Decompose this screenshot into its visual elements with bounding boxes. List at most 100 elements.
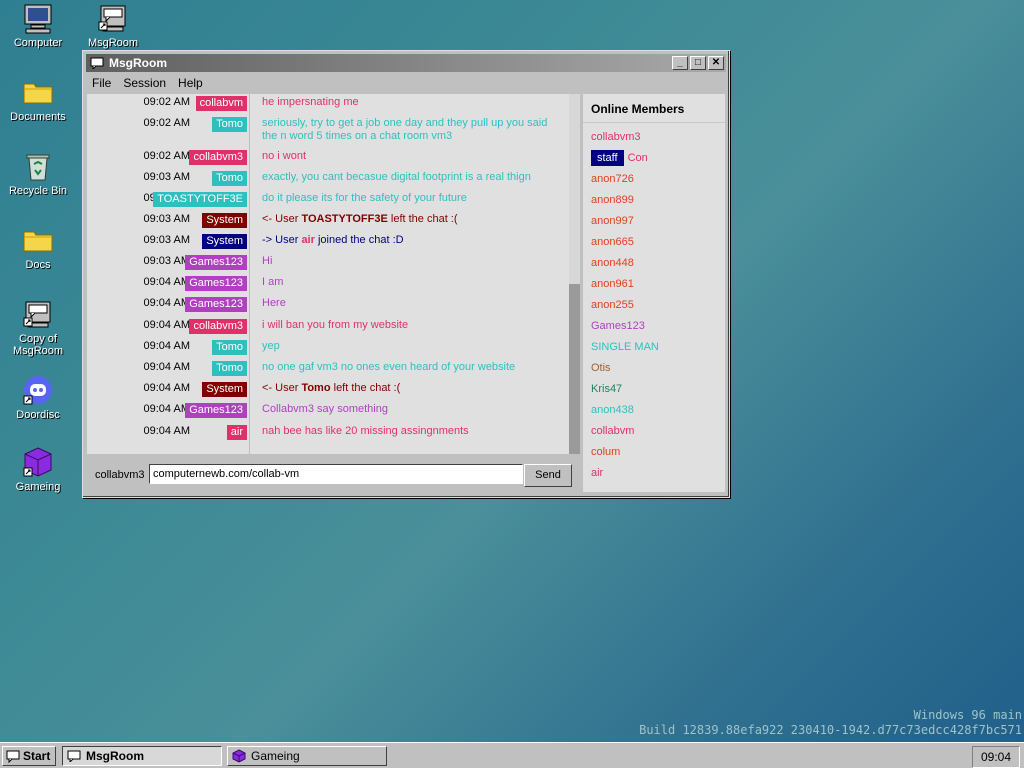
member-item[interactable]: anon255 xyxy=(591,299,634,311)
username-badge[interactable]: Games123 xyxy=(185,276,247,291)
desktop-icon-docs[interactable]: Docs xyxy=(0,224,76,271)
member-item[interactable]: staff Con xyxy=(591,150,648,166)
desktop-icon-gameing[interactable]: Gameing xyxy=(0,446,76,493)
member-item[interactable]: anon726 xyxy=(591,173,634,185)
message-text-user: air xyxy=(301,234,315,246)
member-item[interactable]: anon899 xyxy=(591,194,634,206)
message-time: 09:04 AM xyxy=(143,403,190,415)
username-badge[interactable]: TOASTYTOFF3E xyxy=(153,192,247,207)
username-badge[interactable]: System xyxy=(202,213,247,228)
desktop-icon-documents[interactable]: Documents xyxy=(0,76,76,123)
message-text-suffix: joined the chat :D xyxy=(314,234,404,246)
desktop: Computer MsgRoom Documents Recycle Bin Docs C… xyxy=(0,0,1024,742)
member-name: air xyxy=(591,467,604,479)
username-badge[interactable]: System xyxy=(202,382,247,397)
message-text: <- User Tomo left the chat :( xyxy=(262,382,562,395)
username-badge[interactable]: collabvm3 xyxy=(189,319,247,334)
member-item[interactable]: collabvm xyxy=(591,425,634,437)
recycle-bin-icon xyxy=(22,150,54,182)
menu-help[interactable]: Help xyxy=(172,76,209,90)
start-label: Start xyxy=(23,749,51,763)
member-item[interactable]: colum xyxy=(591,446,620,458)
member-name: anon997 xyxy=(591,215,634,227)
desktop-icon-computer[interactable]: Computer xyxy=(0,2,76,49)
start-button[interactable]: Start xyxy=(2,746,56,766)
member-name: Games123 xyxy=(591,320,645,332)
taskbar-item-gameing[interactable]: Gameing xyxy=(227,746,387,766)
taskbar-item-msgroom[interactable]: MsgRoom xyxy=(62,746,222,766)
chat-log[interactable]: 09:02 AM collabvm he impersnating me 09:02 … xyxy=(87,94,580,454)
doordisc-icon xyxy=(22,374,54,406)
message-time: 09:04 AM xyxy=(143,425,190,437)
username-badge[interactable]: Tomo xyxy=(212,361,247,376)
message-text: nah bee has like 20 missing assingnments xyxy=(262,425,469,437)
cube-icon xyxy=(232,749,246,763)
desktop-icon-copy-of-msgroom[interactable]: Copy of MsgRoom xyxy=(0,298,76,357)
chat-bubble-icon xyxy=(67,750,81,762)
msgroom-window: MsgRoom _ □ ✕ File Session Help 09:02 AM… xyxy=(82,50,730,498)
title-bar[interactable]: MsgRoom _ □ ✕ xyxy=(86,54,726,72)
desktop-icon-msgroom[interactable]: MsgRoom xyxy=(75,2,151,49)
username-badge[interactable]: Tomo xyxy=(212,117,247,132)
member-item[interactable]: anon448 xyxy=(591,257,634,269)
username-badge[interactable]: collabvm xyxy=(195,96,247,111)
member-name: anon899 xyxy=(591,194,634,206)
member-item[interactable]: collabvm3 xyxy=(591,131,641,143)
desktop-icon-doordisc[interactable]: Doordisc xyxy=(0,374,76,421)
taskbar-item-label: MsgRoom xyxy=(86,749,144,763)
member-item[interactable]: Otis xyxy=(591,362,611,374)
scrollbar-thumb[interactable] xyxy=(569,284,580,454)
username-badge[interactable]: System xyxy=(202,234,247,249)
close-button[interactable]: ✕ xyxy=(708,56,724,70)
window-title: MsgRoom xyxy=(109,56,167,70)
desktop-icon-label: Docs xyxy=(25,259,51,271)
member-item[interactable]: Kris47 xyxy=(591,383,622,395)
message-time: 09:02 AM xyxy=(143,96,190,108)
cube-icon xyxy=(22,446,54,478)
current-username: collabvm3 xyxy=(95,469,145,481)
desktop-icon-label: Recycle Bin xyxy=(8,185,68,197)
username-badge[interactable]: Tomo xyxy=(212,171,247,186)
message-text: do it please its for the safety of your … xyxy=(262,192,467,204)
username-badge[interactable]: Games123 xyxy=(185,297,247,312)
desktop-icon-label: Doordisc xyxy=(16,409,60,421)
message-text: no one gaf vm3 no ones even heard of you… xyxy=(262,361,516,373)
member-item[interactable]: anon438 xyxy=(591,404,634,416)
member-item[interactable]: Games123 xyxy=(591,320,645,332)
clock: 09:04 xyxy=(972,746,1020,768)
chat-bubble-icon xyxy=(90,57,104,69)
member-item[interactable]: anon665 xyxy=(591,236,634,248)
username-badge[interactable]: collabvm3 xyxy=(189,150,247,165)
message-time: 09:04 AM xyxy=(143,361,190,373)
send-button[interactable]: Send xyxy=(524,464,572,487)
member-item[interactable]: anon997 xyxy=(591,215,634,227)
folder-icon xyxy=(22,224,54,256)
message-text-prefix: <- User xyxy=(262,213,302,225)
message-time: 09:04 AM xyxy=(143,382,190,394)
member-item[interactable]: anon961 xyxy=(591,278,634,290)
message-text: Collabvm3 say something xyxy=(262,403,388,415)
taskbar: Start MsgRoom Gameing 09:04 xyxy=(0,742,1024,768)
desktop-icon-label: Gameing xyxy=(15,481,61,493)
maximize-button[interactable]: □ xyxy=(690,56,706,70)
message-text-suffix: left the chat :( xyxy=(387,213,458,225)
username-badge[interactable]: air xyxy=(226,425,247,440)
chat-scrollbar[interactable] xyxy=(569,94,580,454)
username-badge[interactable]: Tomo xyxy=(212,340,247,355)
username-badge[interactable]: Games123 xyxy=(185,403,247,418)
message-text: seriously, try to get a job one day and … xyxy=(262,117,548,142)
member-name: Kris47 xyxy=(591,383,623,395)
message-time: 09:03 AM xyxy=(143,234,190,246)
member-item[interactable]: air xyxy=(591,467,603,479)
desktop-icon-recycle-bin[interactable]: Recycle Bin xyxy=(0,150,76,197)
message-time: 09:03 AM xyxy=(143,171,190,183)
menu-session[interactable]: Session xyxy=(117,76,172,90)
member-item[interactable]: SINGLE MAN xyxy=(591,341,659,353)
message-time: 09:04 AM xyxy=(143,297,190,309)
message-input[interactable] xyxy=(149,464,523,484)
username-badge[interactable]: Games123 xyxy=(185,255,247,270)
message-time: 09:02 AM xyxy=(143,117,190,129)
member-name: Otis xyxy=(591,362,611,374)
menu-file[interactable]: File xyxy=(86,76,117,90)
minimize-button[interactable]: _ xyxy=(672,56,688,70)
